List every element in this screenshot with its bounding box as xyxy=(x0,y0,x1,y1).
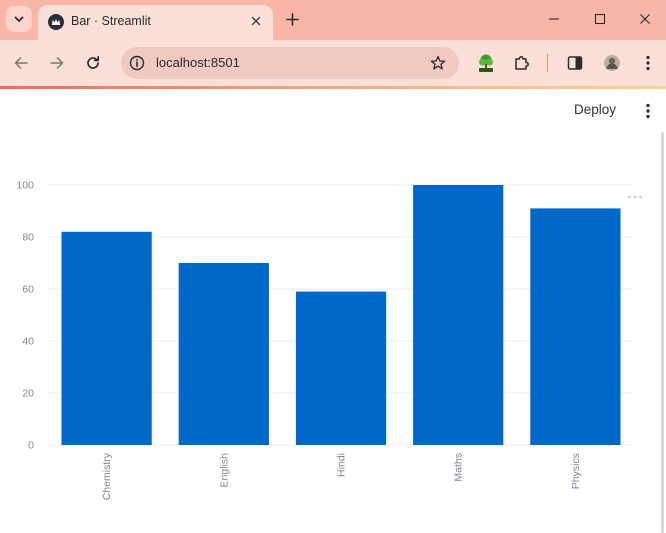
new-tab-button[interactable] xyxy=(281,8,303,30)
forward-button[interactable] xyxy=(45,51,69,75)
html-extension-button[interactable] xyxy=(474,51,498,75)
star-icon xyxy=(430,55,446,70)
info-icon xyxy=(129,55,145,71)
tab-active[interactable]: Bar · Streamlit xyxy=(38,5,273,40)
minimize-button[interactable] xyxy=(541,7,567,31)
plus-icon xyxy=(285,12,299,26)
close-icon xyxy=(251,16,261,26)
site-info-button[interactable] xyxy=(127,53,147,73)
toolbar-separator xyxy=(547,54,548,72)
close-window-button[interactable] xyxy=(632,7,658,31)
extensions-button[interactable] xyxy=(510,51,534,75)
reload-button[interactable] xyxy=(81,51,105,75)
maximize-icon xyxy=(594,13,606,25)
minimize-icon xyxy=(549,18,559,20)
side-panel-button[interactable] xyxy=(563,51,587,75)
puzzle-icon xyxy=(515,56,529,70)
browser-tab-strip: Bar · Streamlit xyxy=(0,0,666,40)
x-tick-label: English xyxy=(218,453,230,488)
browser-toolbar: localhost:8501 xyxy=(0,40,666,86)
tab-close-button[interactable] xyxy=(247,12,265,30)
kebab-menu-icon xyxy=(646,55,650,71)
more-horizontal-icon xyxy=(628,195,642,199)
bar-physics[interactable] xyxy=(530,208,621,445)
y-tick-label: 20 xyxy=(22,388,34,400)
address-bar[interactable]: localhost:8501 xyxy=(121,47,459,79)
y-tick-label: 100 xyxy=(16,180,34,192)
bar-maths[interactable] xyxy=(413,185,504,445)
avatar-icon xyxy=(604,55,620,71)
arrow-right-icon xyxy=(50,57,64,69)
bar-chart: 0 20 40 60 80 100 Chemistry English Hindi Maths Ph… xyxy=(16,180,634,500)
side-panel-icon xyxy=(567,56,583,70)
x-tick-label: Maths xyxy=(453,453,465,482)
tree-icon xyxy=(479,54,493,72)
reload-icon xyxy=(87,55,100,69)
close-icon xyxy=(640,14,650,24)
x-tick-label: Hindi xyxy=(336,453,348,477)
bar-hindi[interactable] xyxy=(295,291,387,445)
chart-menu-button[interactable] xyxy=(627,192,643,202)
tab-title: Bar · Streamlit xyxy=(71,14,151,28)
bookmark-button[interactable] xyxy=(428,53,448,73)
tab-search-button[interactable] xyxy=(6,6,32,32)
bar-chemistry[interactable] xyxy=(61,231,152,445)
chevron-down-icon xyxy=(14,16,24,22)
browser-menu-button[interactable] xyxy=(636,51,660,75)
bar-english[interactable] xyxy=(178,263,269,445)
arrow-left-icon xyxy=(14,57,28,69)
y-tick-label: 60 xyxy=(22,284,34,296)
profile-button[interactable] xyxy=(600,51,624,75)
y-tick-label: 40 xyxy=(22,336,34,348)
x-tick-label: Physics xyxy=(570,453,582,489)
x-tick-label: Chemistry xyxy=(101,452,113,500)
streamlit-crown-icon xyxy=(48,14,64,30)
url-text[interactable]: localhost:8501 xyxy=(156,55,240,70)
y-tick-label: 0 xyxy=(28,440,34,452)
back-button[interactable] xyxy=(9,51,33,75)
y-tick-label: 80 xyxy=(22,232,34,244)
maximize-button[interactable] xyxy=(587,7,613,31)
